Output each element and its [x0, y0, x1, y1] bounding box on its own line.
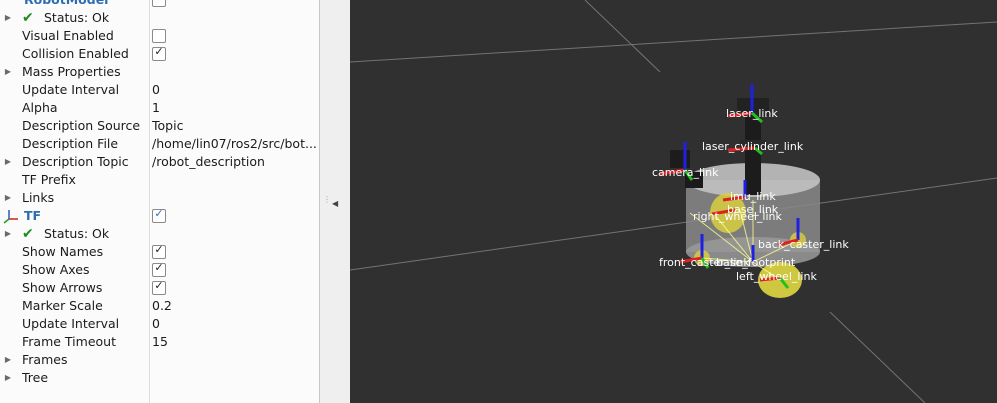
- frame-label-base-footprint: base_footprint: [716, 256, 796, 269]
- expand-arrow-icon[interactable]: ▶: [3, 63, 13, 81]
- collision-enabled-checkbox[interactable]: ✓: [152, 45, 166, 61]
- description-source-row[interactable]: Description Source Topic: [0, 117, 320, 135]
- status-ok-check-icon: ✔: [22, 226, 34, 242]
- expand-arrow-icon[interactable]: ▶: [3, 9, 13, 27]
- alpha-label: Alpha: [22, 100, 58, 115]
- expand-arrow-icon[interactable]: ▶: [3, 369, 13, 387]
- status-ok-check-icon: ✔: [22, 10, 34, 26]
- show-names-row[interactable]: Show Names ✓: [0, 243, 320, 261]
- tf-axes-icon: [3, 210, 18, 224]
- frame-label-laser-cylinder-link: laser_cylinder_link: [702, 140, 804, 153]
- frame-label-laser-link: laser_link: [726, 107, 778, 120]
- description-topic-row[interactable]: ▶ Description Topic /robot_description: [0, 153, 320, 171]
- frame-label-imu-link: imu_link: [730, 190, 776, 203]
- collision-enabled-label: Collision Enabled: [22, 46, 129, 61]
- expand-arrow-icon[interactable]: ▶: [3, 351, 13, 369]
- show-arrows-label: Show Arrows: [22, 280, 103, 295]
- panel-splitter[interactable]: ⋮ ◀: [320, 0, 350, 403]
- 3d-render-viewport[interactable]: laser_link laser_cylinder_link camera_li…: [350, 0, 997, 403]
- update-interval-label: Update Interval: [22, 316, 120, 331]
- links-label: Links: [22, 190, 55, 205]
- scene-canvas[interactable]: [350, 0, 997, 403]
- splitter-grip-icon[interactable]: ⋮: [323, 196, 331, 204]
- description-file-row[interactable]: Description File /home/lin07/ros2/src/bo…: [0, 135, 320, 153]
- update-interval-value[interactable]: 0: [152, 315, 316, 333]
- show-axes-row[interactable]: Show Axes ✓: [0, 261, 320, 279]
- display-name-robotmodel: RobotModel: [24, 0, 108, 9]
- frame-label-back-caster-link: back_caster_link: [758, 238, 849, 251]
- tree-label: Tree: [22, 370, 49, 385]
- show-arrows-checkbox[interactable]: ✓: [152, 279, 166, 295]
- marker-scale-value[interactable]: 0.2: [152, 297, 316, 315]
- tf-enabled-checkbox[interactable]: ✓: [152, 207, 166, 223]
- status-label: Status: Ok: [44, 226, 110, 241]
- status-label: Status: Ok: [44, 10, 110, 25]
- tf-prefix-row[interactable]: TF Prefix: [0, 171, 320, 189]
- mass-properties-label: Mass Properties: [22, 64, 121, 79]
- description-source-value[interactable]: Topic: [152, 117, 316, 135]
- mass-properties-row[interactable]: ▶ Mass Properties: [0, 63, 320, 81]
- frames-label: Frames: [22, 352, 68, 367]
- description-topic-label: Description Topic: [22, 154, 129, 169]
- display-tf-row[interactable]: TF ✓: [0, 207, 320, 225]
- tf-prefix-label: TF Prefix: [22, 172, 76, 187]
- expand-arrow-icon[interactable]: ▶: [3, 225, 13, 243]
- display-name-tf: TF: [24, 208, 42, 223]
- expand-arrow-icon[interactable]: ▶: [3, 153, 13, 171]
- show-names-label: Show Names: [22, 244, 104, 259]
- links-row[interactable]: ▶ Links: [0, 189, 320, 207]
- marker-scale-row[interactable]: Marker Scale 0.2: [0, 297, 320, 315]
- robotmodel-enabled-checkbox[interactable]: ✓: [152, 0, 166, 7]
- collapse-left-arrow-icon[interactable]: ◀: [332, 199, 338, 208]
- description-file-label: Description File: [22, 136, 119, 151]
- description-topic-value[interactable]: /robot_description: [152, 153, 316, 171]
- frame-label-right-wheel-link: right_wheel_link: [693, 210, 782, 223]
- tf-prefix-value[interactable]: [152, 171, 316, 189]
- alpha-row[interactable]: Alpha 1: [0, 99, 320, 117]
- tree-row[interactable]: ▶ Tree: [0, 369, 320, 387]
- visual-enabled-checkbox[interactable]: [152, 29, 166, 43]
- show-names-checkbox[interactable]: ✓: [152, 243, 166, 259]
- ground-grid: [350, 0, 997, 403]
- visual-enabled-label: Visual Enabled: [22, 28, 114, 43]
- frame-timeout-value[interactable]: 15: [152, 333, 316, 351]
- display-robotmodel-row[interactable]: RobotModel ✓: [0, 0, 320, 9]
- frame-timeout-row[interactable]: Frame Timeout 15: [0, 333, 320, 351]
- alpha-value[interactable]: 1: [152, 99, 316, 117]
- marker-scale-label: Marker Scale: [22, 298, 103, 313]
- visual-enabled-row[interactable]: Visual Enabled: [0, 27, 320, 45]
- description-file-value[interactable]: /home/lin07/ros2/src/bot...: [152, 135, 316, 153]
- show-axes-label: Show Axes: [22, 262, 90, 277]
- frame-label-left-wheel-link: left_wheel_link: [736, 270, 817, 283]
- update-interval-label: Update Interval: [22, 82, 120, 97]
- show-axes-checkbox[interactable]: ✓: [152, 261, 166, 277]
- frames-row[interactable]: ▶ Frames: [0, 351, 320, 369]
- show-arrows-row[interactable]: Show Arrows ✓: [0, 279, 320, 297]
- frame-label-camera-link: camera_link: [652, 166, 719, 179]
- tf-update-interval-row[interactable]: Update Interval 0: [0, 315, 320, 333]
- robotmodel-status-row[interactable]: ▶ ✔ Status: Ok: [0, 9, 320, 27]
- frame-timeout-label: Frame Timeout: [22, 334, 116, 349]
- displays-property-panel: RobotModel ✓ ▶ ✔ Status: Ok Visual Enabl…: [0, 0, 320, 403]
- description-source-label: Description Source: [22, 118, 141, 133]
- tf-status-row[interactable]: ▶ ✔ Status: Ok: [0, 225, 320, 243]
- update-interval-value[interactable]: 0: [152, 81, 316, 99]
- collision-enabled-row[interactable]: Collision Enabled ✓: [0, 45, 320, 63]
- expand-arrow-icon[interactable]: ▶: [3, 189, 13, 207]
- robotmodel-update-interval-row[interactable]: Update Interval 0: [0, 81, 320, 99]
